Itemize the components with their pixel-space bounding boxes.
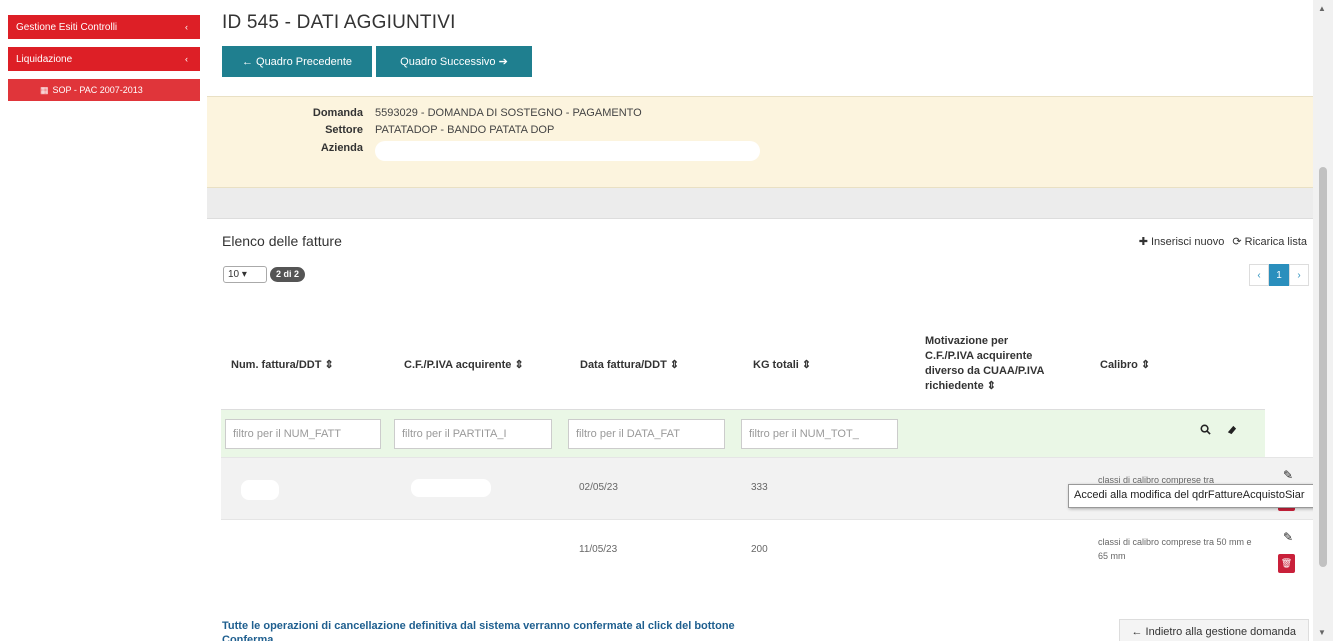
sidebar-item-label: SOP - PAC 2007-2013	[52, 85, 143, 95]
reload-list-button[interactable]: ⟳ Ricarica lista	[1232, 235, 1307, 248]
sidebar: Gestione Esiti Controlli ‹ Liquidazione …	[0, 0, 205, 641]
filter-kg-totali-input[interactable]: filtro per il NUM_TOT_	[741, 419, 898, 449]
cell-kg-totali: 333	[751, 482, 768, 493]
info-row-domanda: Domanda 5593029 - DOMANDA DI SOSTEGNO - …	[207, 107, 642, 121]
scrollbar-thumb[interactable]	[1319, 167, 1327, 567]
column-header-num-fattura[interactable]: Num. fattura/DDT ⇕	[231, 319, 334, 409]
panel-actions: ✚ Inserisci nuovo ⟳ Ricarica lista	[1139, 235, 1307, 248]
page-title: ID 545 - DATI AGGIUNTIVI	[222, 12, 456, 33]
pagination-page-1[interactable]: 1	[1269, 264, 1289, 286]
column-header-kg-totali[interactable]: KG totali ⇕	[753, 319, 811, 409]
chevron-left-icon: ‹	[185, 22, 188, 32]
header-line: C.F./P.IVA acquirente	[925, 350, 1033, 362]
calendar-icon: ▦	[40, 84, 49, 95]
filter-data-fattura-input[interactable]: filtro per il DATA_FAT	[568, 419, 725, 449]
filter-num-fattura-input[interactable]: filtro per il NUM_FATT	[225, 419, 381, 449]
edit-pencil-icon[interactable]: ✎	[1283, 468, 1293, 482]
redacted-cell	[241, 480, 279, 500]
info-value: 5593029 - DOMANDA DI SOSTEGNO - PAGAMENT…	[375, 107, 642, 119]
insert-new-button[interactable]: ✚ Inserisci nuovo	[1139, 235, 1225, 248]
info-label: Azienda	[320, 142, 363, 154]
previous-section-button[interactable]: ← Quadro Precedente	[222, 46, 372, 77]
cell-kg-totali: 200	[751, 544, 768, 555]
cell-calibro: classi di calibro comprese tra 50 mm e 6…	[1098, 537, 1252, 561]
vertical-scrollbar[interactable]: ▲ ▼	[1313, 0, 1333, 641]
sidebar-item-sop-pac[interactable]: ▦ SOP - PAC 2007-2013	[8, 79, 200, 101]
cell-data-fattura: 11/05/23	[579, 544, 618, 555]
section-separator	[207, 188, 1315, 218]
panel-title: Elenco delle fatture	[222, 233, 342, 249]
info-label: Domanda	[312, 107, 363, 119]
record-count-badge: 2 di 2	[270, 267, 306, 282]
header-line: diverso da CUAA/P.IVA	[925, 365, 1045, 377]
edit-tooltip: Accedi alla modifica del qdrFattureAcqui…	[1068, 484, 1333, 508]
column-header-data-fattura[interactable]: Data fattura/DDT ⇕	[580, 319, 679, 409]
sidebar-item-gestione-esiti-controlli[interactable]: Gestione Esiti Controlli ‹	[8, 15, 200, 39]
invoice-list-panel: Elenco delle fatture ✚ Inserisci nuovo ⟳…	[207, 218, 1319, 641]
filter-row: filtro per il NUM_FATT filtro per il PAR…	[221, 409, 1265, 457]
sidebar-item-label: Gestione Esiti Controlli	[16, 21, 118, 33]
info-row-azienda: Azienda	[207, 142, 375, 156]
column-header-calibro[interactable]: Calibro ⇕	[1100, 319, 1150, 409]
page-size-select[interactable]: 10 ▾	[223, 266, 267, 283]
filter-partita-iva-input[interactable]: filtro per il PARTITA_I	[394, 419, 552, 449]
sidebar-item-liquidazione[interactable]: Liquidazione ‹	[8, 47, 200, 71]
search-icon[interactable]	[1200, 424, 1211, 438]
scroll-down-arrow-icon[interactable]: ▼	[1318, 628, 1326, 637]
info-value: PATATADOP - BANDO PATATA DOP	[375, 124, 555, 136]
back-to-application-button[interactable]: ← Indietro alla gestione domanda	[1118, 619, 1309, 641]
header-line: richiedente ⇕	[925, 380, 996, 392]
edit-pencil-icon[interactable]: ✎	[1283, 530, 1293, 544]
column-header-cf-piva[interactable]: C.F./P.IVA acquirente ⇕	[404, 319, 524, 409]
redacted-cell	[411, 479, 491, 497]
scroll-up-arrow-icon[interactable]: ▲	[1318, 4, 1326, 13]
info-label: Settore	[325, 124, 363, 136]
info-row-settore: Settore PATATADOP - BANDO PATATA DOP	[207, 124, 554, 138]
chevron-left-icon: ‹	[185, 54, 188, 64]
main-content: ID 545 - DATI AGGIUNTIVI ← Quadro Preced…	[205, 0, 1319, 641]
pagination-next-button[interactable]: ›	[1289, 264, 1309, 286]
application-info-box: Domanda 5593029 - DOMANDA DI SOSTEGNO - …	[207, 96, 1315, 188]
redacted-field	[375, 141, 760, 161]
table-row: 11/05/23 200 classi di calibro comprese …	[221, 519, 1319, 581]
next-section-button[interactable]: Quadro Successivo ➔	[376, 46, 532, 77]
eraser-icon[interactable]	[1226, 424, 1237, 438]
cell-data-fattura: 02/05/23	[579, 482, 618, 493]
column-header-motivazione[interactable]: Motivazione per C.F./P.IVA acquirente di…	[925, 319, 1044, 409]
sidebar-item-label: Liquidazione	[16, 53, 73, 65]
header-line: Motivazione per	[925, 335, 1009, 347]
pagination: ‹ 1 ›	[1249, 264, 1309, 286]
footer-note: Tutte le operazioni di cancellazione def…	[222, 620, 735, 641]
delete-button[interactable]: 🗑	[1278, 554, 1295, 573]
pagination-prev-button[interactable]: ‹	[1249, 264, 1269, 286]
